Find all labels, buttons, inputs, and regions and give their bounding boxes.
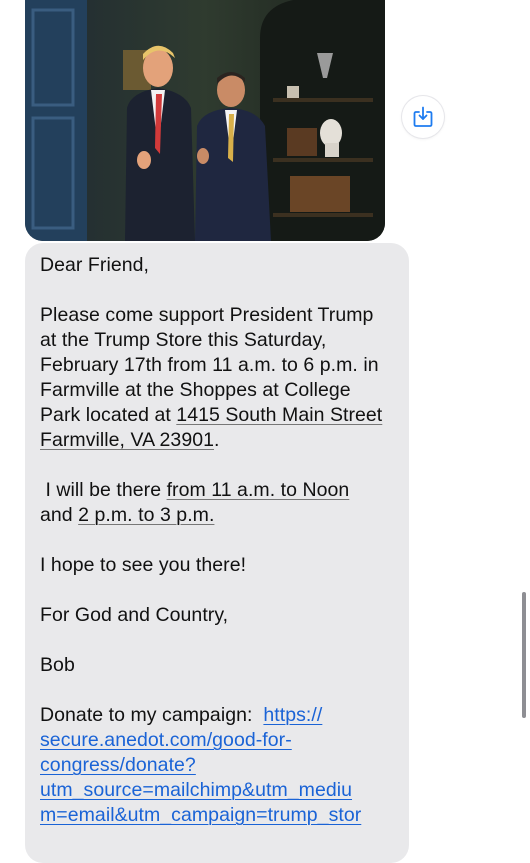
save-to-photos-icon — [413, 106, 433, 127]
schedule-and: and — [40, 504, 79, 526]
schedule-text: I will be there — [40, 479, 167, 501]
save-photo-button[interactable] — [402, 96, 444, 138]
message-bubble[interactable]: Dear Friend, Please come support Preside… — [25, 243, 409, 863]
event-paragraph: Please come support President Trump at t… — [40, 303, 395, 453]
donate-url-line[interactable]: https:// — [263, 704, 322, 726]
donate-label: Donate to my campaign: — [40, 704, 264, 726]
donate-url-line[interactable]: secure.anedot.com/good-for- — [40, 728, 395, 753]
donate-url-line[interactable]: utm_source=mailchimp&utm_mediu — [40, 778, 395, 803]
donate-url-line[interactable]: congress/donate? — [40, 753, 395, 778]
event-text-end: . — [214, 429, 220, 451]
scrollbar[interactable] — [522, 592, 526, 718]
photo-image — [25, 0, 385, 241]
donate-url-line[interactable]: m=email&utm_campaign=trump_stor — [40, 803, 395, 828]
time-link-2[interactable]: 2 p.m. to 3 p.m. — [78, 504, 214, 526]
time-link-1[interactable]: from 11 a.m. to Noon — [167, 479, 350, 501]
donate-paragraph: Donate to my campaign: https:// secure.a… — [40, 703, 395, 828]
photo-attachment[interactable] — [25, 0, 385, 241]
hope-text: I hope to see you there! — [40, 554, 247, 576]
greeting-text: Dear Friend, — [40, 254, 149, 276]
closing-text: For God and Country, — [40, 604, 229, 626]
signature-text: Bob — [40, 654, 75, 676]
schedule-paragraph: I will be there from 11 a.m. to Noon and… — [40, 478, 395, 528]
